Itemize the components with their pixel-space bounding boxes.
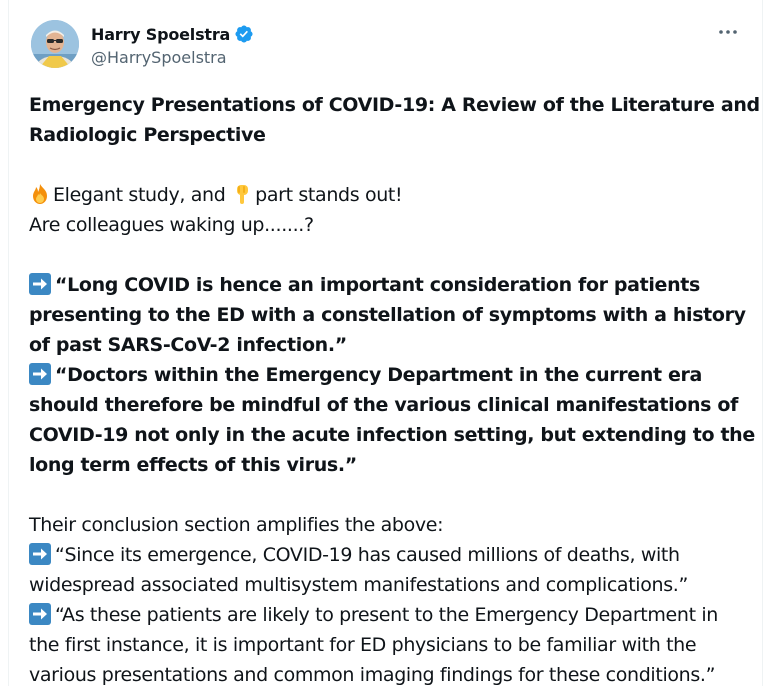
tweet-title-line-2: Radiologic Perspective <box>29 124 266 146</box>
quote-2-line-2: should therefore be mindful of the vario… <box>29 394 739 416</box>
quote-1-line-2: presenting to the ED with a constellatio… <box>29 304 746 326</box>
author-name-row[interactable]: Harry Spoelstra <box>91 22 254 46</box>
quote-2-line-4: long term effects of this virus.” <box>29 454 357 476</box>
intro-line-2: Are colleagues waking up.......? <box>29 214 314 236</box>
quote-3-text-1: “Since its emergence, COVID-19 has cause… <box>55 544 680 566</box>
author-handle[interactable]: @HarrySpoelstra <box>91 48 227 67</box>
quote-3-line-1: “Since its emergence, COVID-19 has cause… <box>29 540 754 570</box>
right-arrow-emoji <box>29 363 51 385</box>
verified-badge-icon[interactable] <box>234 24 254 44</box>
backhand-index-pointing-down-emoji <box>231 183 253 205</box>
quote-4-text-1: “As these patients are likely to present… <box>55 604 718 626</box>
quote-2-line-3: COVID-19 not only in the acute infection… <box>29 424 755 446</box>
right-arrow-emoji <box>29 543 51 565</box>
quote-4-line-3: various presentations and common imaging… <box>29 664 716 686</box>
author-display-name[interactable]: Harry Spoelstra <box>91 25 230 44</box>
quote-4-line-2: the first instance, it is important for … <box>29 634 697 656</box>
quote-1-line-1: “Long COVID is hence an important consid… <box>29 270 754 300</box>
tweet-card: Harry Spoelstra @HarrySpoelstra Emergenc… <box>8 0 763 686</box>
tweet-text: Emergency Presentations of COVID-19: A R… <box>29 90 760 686</box>
intro-text-part-2: part stands out! <box>255 184 403 206</box>
quote-3-line-2: widespread associated multisystem manife… <box>29 574 688 596</box>
intro-text-part-1: Elegant study, and <box>53 184 232 206</box>
quote-4-line-1: “As these patients are likely to present… <box>29 600 754 630</box>
intro-line-1: Elegant study, and part stands out! <box>29 180 754 210</box>
fire-emoji <box>29 183 51 205</box>
more-options-icon[interactable] <box>716 22 740 42</box>
right-arrow-emoji <box>29 273 51 295</box>
conclusion-intro: Their conclusion section amplifies the a… <box>29 514 444 536</box>
quote-2-text-1: “Doctors within the Emergency Department… <box>55 364 703 386</box>
tweet-title-line-1: Emergency Presentations of COVID-19: A R… <box>29 94 760 116</box>
avatar[interactable] <box>31 20 79 68</box>
quote-2-line-1: “Doctors within the Emergency Department… <box>29 360 754 390</box>
right-arrow-emoji <box>29 603 51 625</box>
quote-1-line-3: of past SARS-CoV-2 infection.” <box>29 334 347 356</box>
quote-1-text-1: “Long COVID is hence an important consid… <box>55 274 700 296</box>
